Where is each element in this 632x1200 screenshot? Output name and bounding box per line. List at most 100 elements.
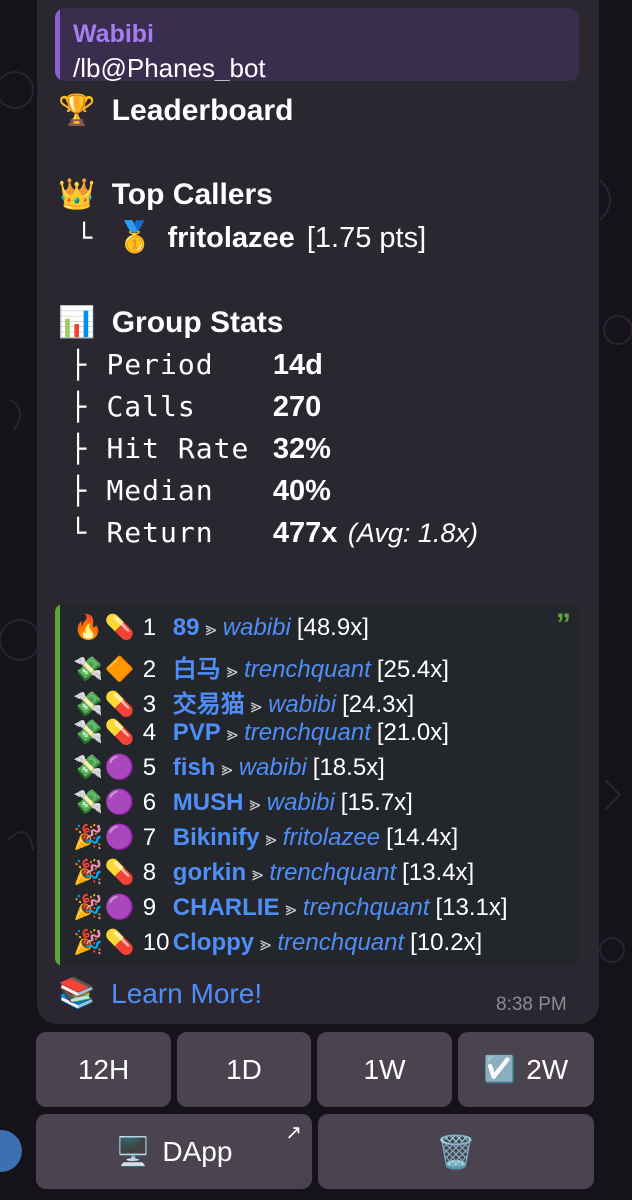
arrow-separator: ⪢: [226, 723, 239, 745]
quote-icon: ”: [556, 608, 571, 641]
caller-link[interactable]: wabibi: [239, 754, 307, 781]
period-button-2w[interactable]: ☑️ 2W: [458, 1032, 594, 1107]
arrow-separator: ⪢: [260, 933, 272, 955]
call-emoji-primary: 💸: [73, 656, 103, 683]
reply-preview[interactable]: Wabibi /lb@Phanes_bot: [55, 8, 579, 81]
coin-link[interactable]: CHARLIE: [173, 894, 280, 921]
quote-accent-bar: [55, 604, 60, 966]
coin-link[interactable]: 白马: [173, 656, 221, 683]
caller-link[interactable]: trenchquant: [244, 656, 371, 683]
call-emoji-primary: 🎉: [73, 894, 103, 921]
dapp-button[interactable]: 🖥️ DApp ↗: [36, 1114, 312, 1189]
call-row: 💸🟣 5 fish ⪢ wabibi [18.5x]: [73, 754, 385, 782]
learn-more-label: Learn More!: [111, 978, 263, 1009]
group-stats-heading: 📊 Group Stats: [58, 306, 283, 340]
call-emoji-primary: 💸: [73, 789, 103, 816]
gold-medal-icon: 🥇: [116, 221, 154, 254]
call-rank: 2: [142, 656, 157, 683]
crown-icon: 👑: [58, 178, 96, 211]
call-emoji-secondary: 🟣: [104, 894, 135, 921]
stat-row-return: └ Return 477x (Avg: 1.8x): [70, 516, 478, 550]
tree-branch-glyph: └: [70, 518, 87, 549]
caller-link[interactable]: trenchquant: [277, 929, 404, 956]
call-row: 💸💊 4 PVP ⪢ trenchquant [21.0x]: [73, 719, 449, 747]
call-rank: 1: [142, 614, 157, 641]
arrow-separator: ⪢: [252, 863, 264, 885]
period-button-1w[interactable]: 1W: [317, 1032, 452, 1107]
arrow-separator: ⪢: [265, 828, 277, 850]
call-row: 🎉💊 10 Cloppy ⪢ trenchquant [10.2x]: [73, 929, 482, 957]
coin-link[interactable]: gorkin: [173, 859, 246, 886]
button-label: 1D: [226, 1053, 262, 1085]
top-callers-title: Top Callers: [111, 178, 273, 211]
button-label: 1W: [363, 1053, 406, 1085]
caller-link[interactable]: trenchquant: [269, 859, 396, 886]
stat-row-median: ├ Median 40%: [70, 474, 331, 508]
leaderboard-heading: 🏆 Leaderboard: [58, 94, 293, 128]
computer-icon: 🖥️: [115, 1136, 151, 1167]
learn-more-link[interactable]: 📚 Learn More!: [58, 978, 262, 1010]
external-link-icon: ↗: [285, 1122, 302, 1144]
call-rank: 5: [142, 754, 157, 781]
call-multiplier: [13.1x]: [435, 894, 508, 921]
checkbox-icon: ☑️: [483, 1054, 517, 1084]
call-multiplier: [25.4x]: [376, 656, 449, 683]
call-emoji-primary: 🔥: [73, 614, 103, 641]
caller-link[interactable]: wabibi: [268, 691, 336, 718]
call-multiplier: [24.3x]: [342, 691, 415, 718]
call-row: 💸💊 3 交易猫 ⪢ wabibi [24.3x]: [73, 684, 414, 719]
caller-link[interactable]: wabibi: [223, 614, 291, 641]
call-emoji-primary: 🎉: [73, 929, 103, 956]
button-label: 12H: [77, 1053, 130, 1085]
call-multiplier: [15.7x]: [340, 789, 413, 816]
stat-value: 14d: [272, 349, 323, 381]
caller-link[interactable]: trenchquant: [303, 894, 430, 921]
call-emoji-primary: 💸: [73, 754, 103, 781]
stat-row-calls: ├ Calls 270: [70, 390, 321, 424]
period-button-12h[interactable]: 12H: [36, 1032, 171, 1107]
call-emoji-secondary: 🟣: [104, 754, 135, 781]
coin-link[interactable]: fish: [173, 754, 216, 781]
call-emoji-primary: 🎉: [73, 859, 103, 886]
stat-average: (Avg: 1.8x): [347, 518, 478, 548]
coin-link[interactable]: Bikinify: [173, 824, 260, 851]
call-row: 🎉💊 8 gorkin ⪢ trenchquant [13.4x]: [73, 859, 474, 887]
stat-value: 40%: [272, 475, 331, 507]
coin-link[interactable]: 交易猫: [173, 691, 245, 718]
call-rank: 8: [142, 859, 157, 886]
coin-link[interactable]: MUSH: [173, 789, 244, 816]
tree-branch-glyph: ├: [70, 434, 87, 465]
calls-quote-block: ” 🔥💊 1 89 ⪢ wabibi [48.9x] 💸🔶 2 白马 ⪢ trenchquant [2…: [55, 604, 579, 966]
coin-link[interactable]: PVP: [173, 719, 221, 746]
button-label: 2W: [526, 1053, 569, 1085]
call-emoji-primary: 🎉: [73, 824, 103, 851]
trash-icon: 🗑️: [436, 1133, 476, 1170]
period-button-1d[interactable]: 1D: [177, 1032, 311, 1107]
call-emoji-secondary: 💊: [104, 719, 135, 746]
stat-label: Return: [106, 516, 214, 549]
arrow-separator: ⪢: [221, 758, 233, 780]
call-rank: 9: [142, 894, 157, 921]
arrow-separator: ⪢: [249, 793, 261, 815]
stat-value: 32%: [272, 433, 331, 465]
arrow-separator: ⪢: [285, 898, 297, 920]
call-multiplier: [10.2x]: [410, 929, 483, 956]
caller-link[interactable]: wabibi: [267, 789, 335, 816]
top-caller-name: fritolazee: [167, 222, 295, 254]
trash-button[interactable]: 🗑️: [318, 1114, 594, 1189]
caller-link[interactable]: fritolazee: [283, 824, 380, 851]
call-multiplier: [18.5x]: [312, 754, 385, 781]
tree-branch-glyph: └: [76, 223, 93, 254]
coin-link[interactable]: Cloppy: [173, 929, 254, 956]
caller-link[interactable]: trenchquant: [244, 719, 371, 746]
call-emoji-primary: 💸: [73, 719, 103, 746]
top-callers-heading: 👑 Top Callers: [58, 178, 273, 212]
bar-chart-icon: 📊: [58, 306, 96, 339]
call-emoji-secondary: 🔶: [104, 656, 135, 683]
avatar[interactable]: [0, 1130, 22, 1172]
call-multiplier: [13.4x]: [402, 859, 475, 886]
call-multiplier: [48.9x]: [296, 614, 369, 641]
stat-label: Calls: [106, 390, 196, 423]
tree-branch-glyph: ├: [70, 392, 87, 423]
coin-link[interactable]: 89: [173, 614, 200, 641]
